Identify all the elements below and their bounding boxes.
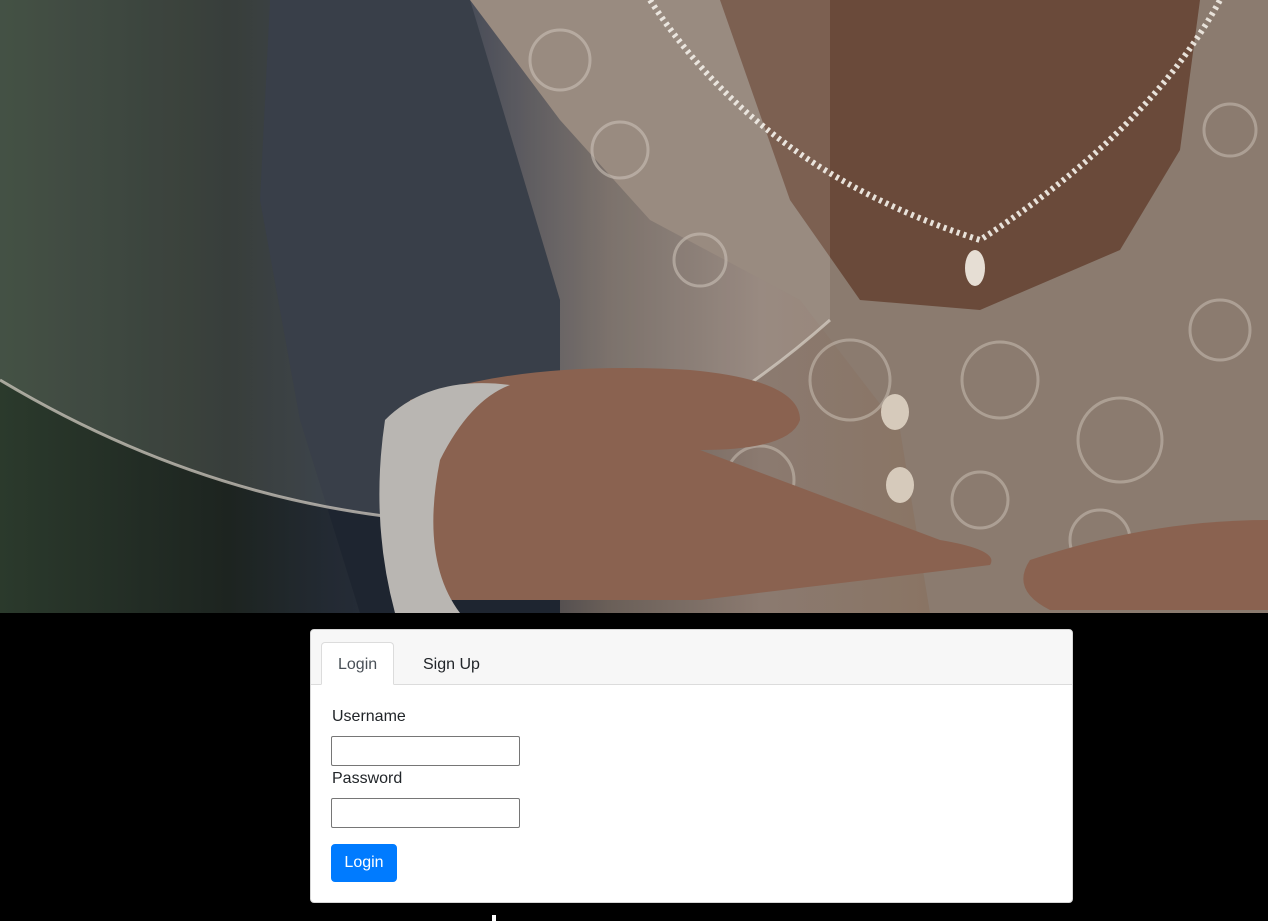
pearl-drop: [965, 250, 985, 286]
password-input[interactable]: [331, 798, 520, 828]
username-input[interactable]: [331, 736, 520, 766]
tab-sign-up[interactable]: Sign Up: [406, 642, 497, 685]
username-label: Username: [332, 708, 406, 725]
auth-card: Login Sign Up Username Password Login: [310, 629, 1073, 903]
wedding-photo-illustration: [0, 0, 1268, 613]
dress-button: [886, 467, 914, 503]
hero-image: [0, 0, 1268, 613]
login-button[interactable]: Login: [331, 844, 397, 882]
card-tabs: Login Sign Up: [311, 630, 1072, 685]
mouse-cursor: [492, 915, 496, 921]
password-label: Password: [332, 770, 403, 787]
dress-button: [881, 394, 909, 430]
tab-login[interactable]: Login: [321, 642, 395, 685]
